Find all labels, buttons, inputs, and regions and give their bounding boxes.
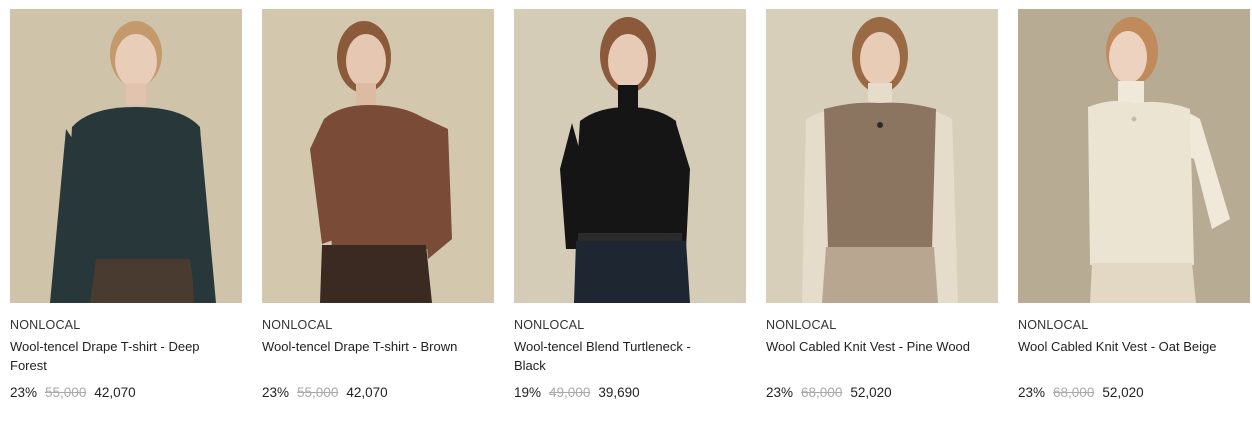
product-name[interactable]: Wool-tencel Drape T-shirt - Brown [262,337,472,375]
product-card[interactable]: NONLOCAL Wool-tencel Drape T-shirt - Bro… [262,9,494,402]
product-photo [1018,9,1250,303]
product-brand: NONLOCAL [1018,318,1089,332]
price-row: 23% 55,000 42,070 [262,384,494,402]
product-brand: NONLOCAL [10,318,81,332]
product-image[interactable] [1018,9,1250,303]
product-image[interactable] [514,9,746,303]
original-price: 55,000 [45,385,87,400]
product-name[interactable]: Wool-tencel Blend Turtleneck - Black [514,337,724,375]
product-name[interactable]: Wool Cabled Knit Vest - Oat Beige [1018,337,1228,375]
product-brand: NONLOCAL [262,318,333,332]
original-price: 49,000 [549,385,591,400]
price-row: 19% 49,000 39,690 [514,384,746,402]
product-card[interactable]: NONLOCAL Wool Cabled Knit Vest - Oat Bei… [1018,9,1250,402]
product-name[interactable]: Wool-tencel Drape T-shirt - Deep Forest [10,337,220,375]
product-image[interactable] [10,9,242,303]
product-photo [262,9,494,303]
product-photo [514,9,746,303]
sale-price: 42,070 [94,385,136,400]
original-price: 68,000 [1053,385,1095,400]
product-image[interactable] [262,9,494,303]
product-card[interactable]: NONLOCAL Wool-tencel Drape T-shirt - Dee… [10,9,242,402]
sale-price: 52,020 [850,385,892,400]
sale-price: 39,690 [598,385,640,400]
product-card[interactable]: NONLOCAL Wool-tencel Blend Turtleneck - … [514,9,746,402]
original-price: 55,000 [297,385,339,400]
sale-price: 52,020 [1102,385,1144,400]
discount-rate: 19% [514,385,542,400]
product-name[interactable]: Wool Cabled Knit Vest - Pine Wood [766,337,976,375]
price-row: 23% 68,000 52,020 [766,384,998,402]
discount-rate: 23% [1018,385,1046,400]
original-price: 68,000 [801,385,843,400]
product-photo [10,9,242,303]
price-row: 23% 55,000 42,070 [10,384,242,402]
product-card[interactable]: NONLOCAL Wool Cabled Knit Vest - Pine Wo… [766,9,998,402]
price-row: 23% 68,000 52,020 [1018,384,1250,402]
discount-rate: 23% [10,385,38,400]
product-photo [766,9,998,303]
sale-price: 42,070 [346,385,388,400]
product-brand: NONLOCAL [514,318,585,332]
discount-rate: 23% [262,385,290,400]
product-image[interactable] [766,9,998,303]
product-grid: NONLOCAL Wool-tencel Drape T-shirt - Dee… [0,0,1252,426]
discount-rate: 23% [766,385,794,400]
product-brand: NONLOCAL [766,318,837,332]
